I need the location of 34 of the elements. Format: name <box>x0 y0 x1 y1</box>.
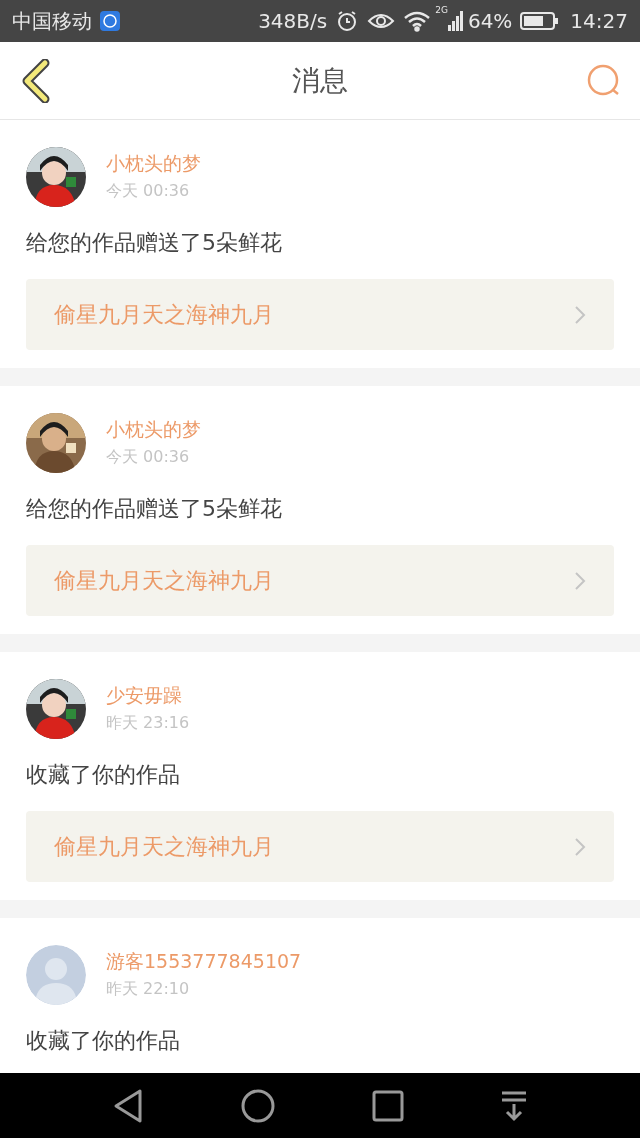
signal-icon <box>447 11 464 31</box>
network-type: 2G <box>435 4 448 17</box>
notification-nav-button[interactable] <box>500 1089 528 1122</box>
message-time: 昨天 22:10 <box>106 978 191 1000</box>
user-name[interactable]: 小枕头的梦 <box>106 151 201 175</box>
user-name[interactable]: 少安毋躁 <box>106 683 190 707</box>
back-nav-button[interactable] <box>112 1087 144 1124</box>
app-icon <box>100 11 120 31</box>
message-text: 收藏了你的作品 <box>26 761 181 789</box>
recents-nav-button[interactable] <box>372 1089 404 1122</box>
network-speed: 348B/s <box>258 8 328 35</box>
avatar-icon <box>26 945 86 1005</box>
carrier-name: 中国移动 <box>12 8 92 35</box>
battery-percent: 64% <box>467 8 513 35</box>
work-link[interactable]: 偷星九月天之海神九月 <box>26 545 614 616</box>
user-name[interactable]: 小枕头的梦 <box>106 417 201 441</box>
home-nav-button[interactable] <box>240 1087 276 1124</box>
message-time: 今天 00:36 <box>106 446 191 468</box>
message-text: 给您的作品赠送了5朵鲜花 <box>26 495 283 523</box>
eye-icon <box>367 11 396 31</box>
chevron-icon <box>574 304 586 325</box>
user-name[interactable]: 游客1553777845107 <box>106 949 302 973</box>
work-link[interactable]: 偷星九月天之海神九月 <box>26 811 614 882</box>
clock-time: 14:27 <box>570 8 628 35</box>
message-text: 收藏了你的作品 <box>26 1027 181 1055</box>
chevron-icon <box>574 836 586 857</box>
message-time: 今天 00:36 <box>106 180 191 202</box>
battery-icon <box>520 11 559 31</box>
wifi-icon <box>403 10 432 32</box>
page-title: 消息 <box>292 62 348 99</box>
message-text: 给您的作品赠送了5朵鲜花 <box>26 229 283 257</box>
work-link[interactable]: 偷星九月天之海神九月 <box>26 279 614 350</box>
message-time: 昨天 23:16 <box>106 712 190 734</box>
chevron-icon <box>574 570 586 591</box>
